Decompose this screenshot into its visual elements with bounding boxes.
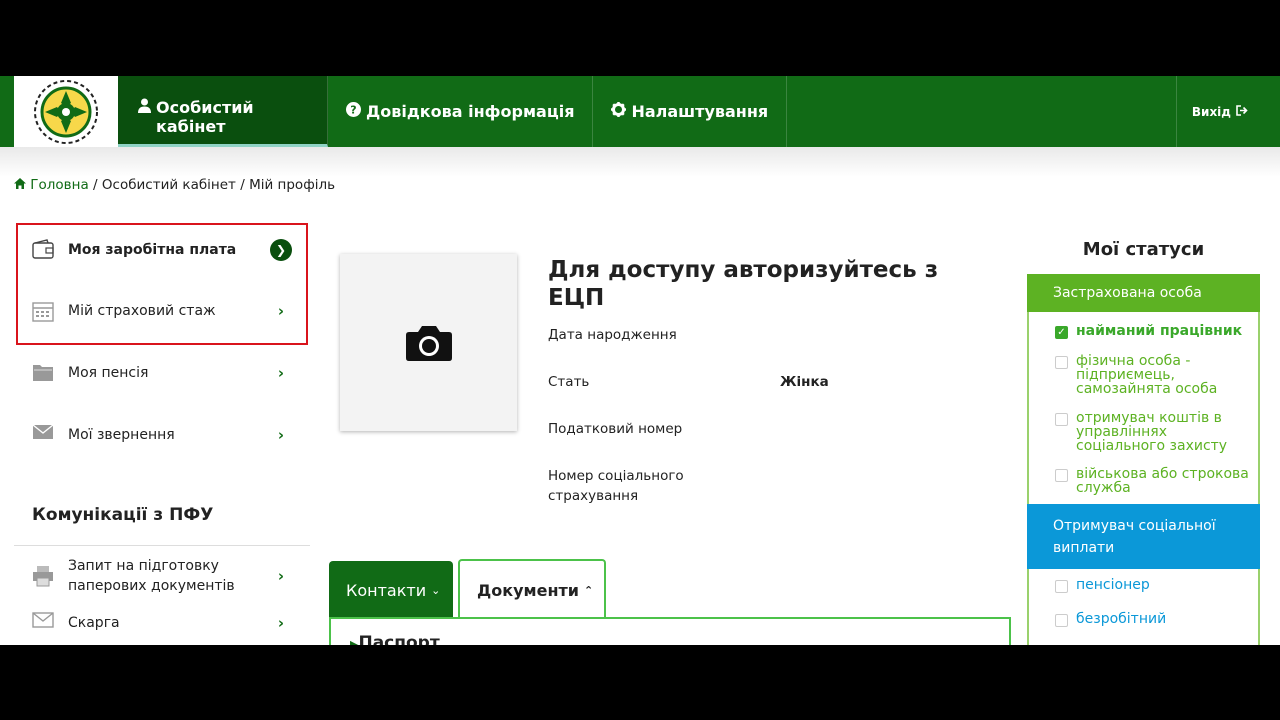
camera-icon: [405, 325, 452, 361]
status-pensioner[interactable]: пенсіонер: [1055, 578, 1260, 593]
letterbox-top: [0, 0, 1280, 76]
status-military-service[interactable]: військова або строкова служба: [1055, 467, 1260, 495]
sidebar-item-pension[interactable]: Моя пенсія ›: [14, 353, 310, 393]
sidebar-item-label: Скарга: [68, 615, 120, 631]
status-social-protection-recipient[interactable]: отримувач коштів в управліннях соціально…: [1055, 411, 1260, 453]
sidebar-item-paper-docs-request[interactable]: Запит на підготовку паперових документів…: [14, 554, 310, 598]
breadcrumb-my-profile: Мій профіль: [249, 177, 336, 193]
status-label: фізична особа - підприємець, самозайнята…: [1076, 353, 1218, 397]
sidebar-item-label: Моя заробітна плата: [68, 242, 237, 258]
printer-icon: [32, 565, 54, 587]
profile-title: Для доступу авторизуйтесь з ЕЦП: [548, 257, 939, 311]
nav-personal-cabinet-label: Особистий кабінет: [156, 98, 254, 136]
profile-photo[interactable]: [340, 254, 517, 431]
breadcrumb: Головна / Особистий кабінет / Мій профіл…: [14, 177, 335, 193]
question-circle-icon: ?: [346, 102, 361, 121]
top-nav: Особистий кабінет ? Довідкова інформація…: [0, 76, 1280, 147]
chevron-right-icon: ›: [277, 614, 285, 632]
nav-reference-info-label: Довідкова інформація: [366, 102, 575, 121]
gear-icon: [611, 102, 627, 121]
chevron-right-icon: ›: [277, 364, 285, 382]
communications-heading: Комунікації з ПФУ: [32, 505, 214, 525]
social-payment-recipient-heading: Отримувач соціальної виплати: [1027, 504, 1260, 569]
gender-label: Стать: [548, 374, 590, 390]
letterbox-bottom: [0, 645, 1280, 720]
status-label: пенсіонер: [1076, 577, 1150, 593]
chevron-right-icon: ›: [277, 567, 285, 585]
status-label: військова або строкова служба: [1076, 466, 1249, 496]
complaint-icon: [32, 612, 54, 634]
breadcrumb-personal-cabinet[interactable]: Особистий кабінет: [102, 177, 236, 193]
checkbox-icon[interactable]: [1055, 356, 1068, 369]
sidebar-item-salary[interactable]: Моя заробітна плата ❯: [14, 230, 310, 270]
social-number-label: Номер соціального страхування: [548, 468, 684, 504]
insured-person-heading: Застрахована особа: [1027, 274, 1260, 312]
checkbox-checked-icon[interactable]: ✓: [1055, 326, 1068, 339]
sidebar-item-label: Запит на підготовку паперових документів: [68, 558, 235, 594]
status-unemployed[interactable]: безробітний: [1055, 612, 1260, 627]
nav-reference-info[interactable]: ? Довідкова інформація: [328, 76, 594, 147]
user-icon: [138, 98, 151, 117]
exit-label: Вихід: [1191, 104, 1231, 119]
tab-documents[interactable]: Документи ⌃: [458, 559, 606, 619]
sidebar-item-label: Мій страховий стаж: [68, 303, 216, 319]
chevron-right-icon: ›: [277, 426, 285, 444]
nav-settings-label: Налаштування: [631, 102, 769, 121]
sidebar-item-label: Мої звернення: [68, 427, 175, 443]
tab-contacts[interactable]: Контакти ⌄: [329, 561, 453, 619]
breadcrumb-home[interactable]: Головна: [14, 177, 93, 193]
gender-value: Жінка: [780, 374, 829, 390]
sidebar-item-label: Моя пенсія: [68, 365, 149, 381]
pfu-logo[interactable]: [14, 76, 118, 147]
status-label: найманий працівник: [1076, 323, 1243, 339]
nav-personal-cabinet[interactable]: Особистий кабінет: [118, 76, 328, 147]
status-employee[interactable]: ✓ найманий працівник: [1055, 324, 1260, 339]
tab-contacts-label: Контакти: [346, 580, 427, 600]
breadcrumb-separator: /: [240, 177, 245, 193]
breadcrumb-separator: /: [93, 177, 98, 193]
header-shadow: [0, 147, 1280, 177]
nav-settings[interactable]: Налаштування: [593, 76, 788, 147]
birth-date-label: Дата народження: [548, 327, 677, 343]
envelope-icon: [32, 424, 54, 446]
chevron-up-icon: ⌃: [584, 583, 594, 597]
checkbox-icon[interactable]: [1055, 614, 1068, 627]
pfu-emblem-icon: [34, 79, 98, 144]
svg-text:?: ?: [350, 104, 356, 117]
tab-documents-label: Документи: [477, 580, 579, 600]
tax-number-label: Податковий номер: [548, 421, 683, 437]
wallet-icon: [32, 239, 54, 261]
home-icon: [14, 178, 26, 189]
chevron-down-icon: ⌄: [431, 583, 441, 597]
calendar-icon: [32, 300, 54, 322]
statuses-title: Мої статуси: [1082, 239, 1205, 260]
folder-icon: [32, 362, 54, 384]
checkbox-icon[interactable]: [1055, 413, 1068, 426]
passport-heading[interactable]: ▶Паспорт: [350, 633, 440, 645]
chevron-right-icon: ›: [277, 302, 285, 320]
status-label: безробітний: [1076, 611, 1167, 627]
sidebar-item-complaint[interactable]: Скарга ›: [14, 608, 310, 638]
sidebar-item-appeals[interactable]: Мої звернення ›: [14, 415, 310, 455]
chevron-right-icon: ❯: [270, 239, 292, 261]
page: Особистий кабінет ? Довідкова інформація…: [0, 76, 1280, 645]
exit-button[interactable]: Вихід: [1175, 76, 1280, 147]
status-label: отримувач коштів в управліннях соціально…: [1076, 410, 1228, 454]
sign-out-icon: [1236, 104, 1248, 119]
status-entrepreneur[interactable]: фізична особа - підприємець, самозайнята…: [1055, 354, 1260, 396]
checkbox-icon[interactable]: [1055, 580, 1068, 593]
sidebar-item-insurance-record[interactable]: Мій страховий стаж ›: [14, 291, 310, 331]
checkbox-icon[interactable]: [1055, 469, 1068, 482]
divider: [14, 545, 310, 546]
